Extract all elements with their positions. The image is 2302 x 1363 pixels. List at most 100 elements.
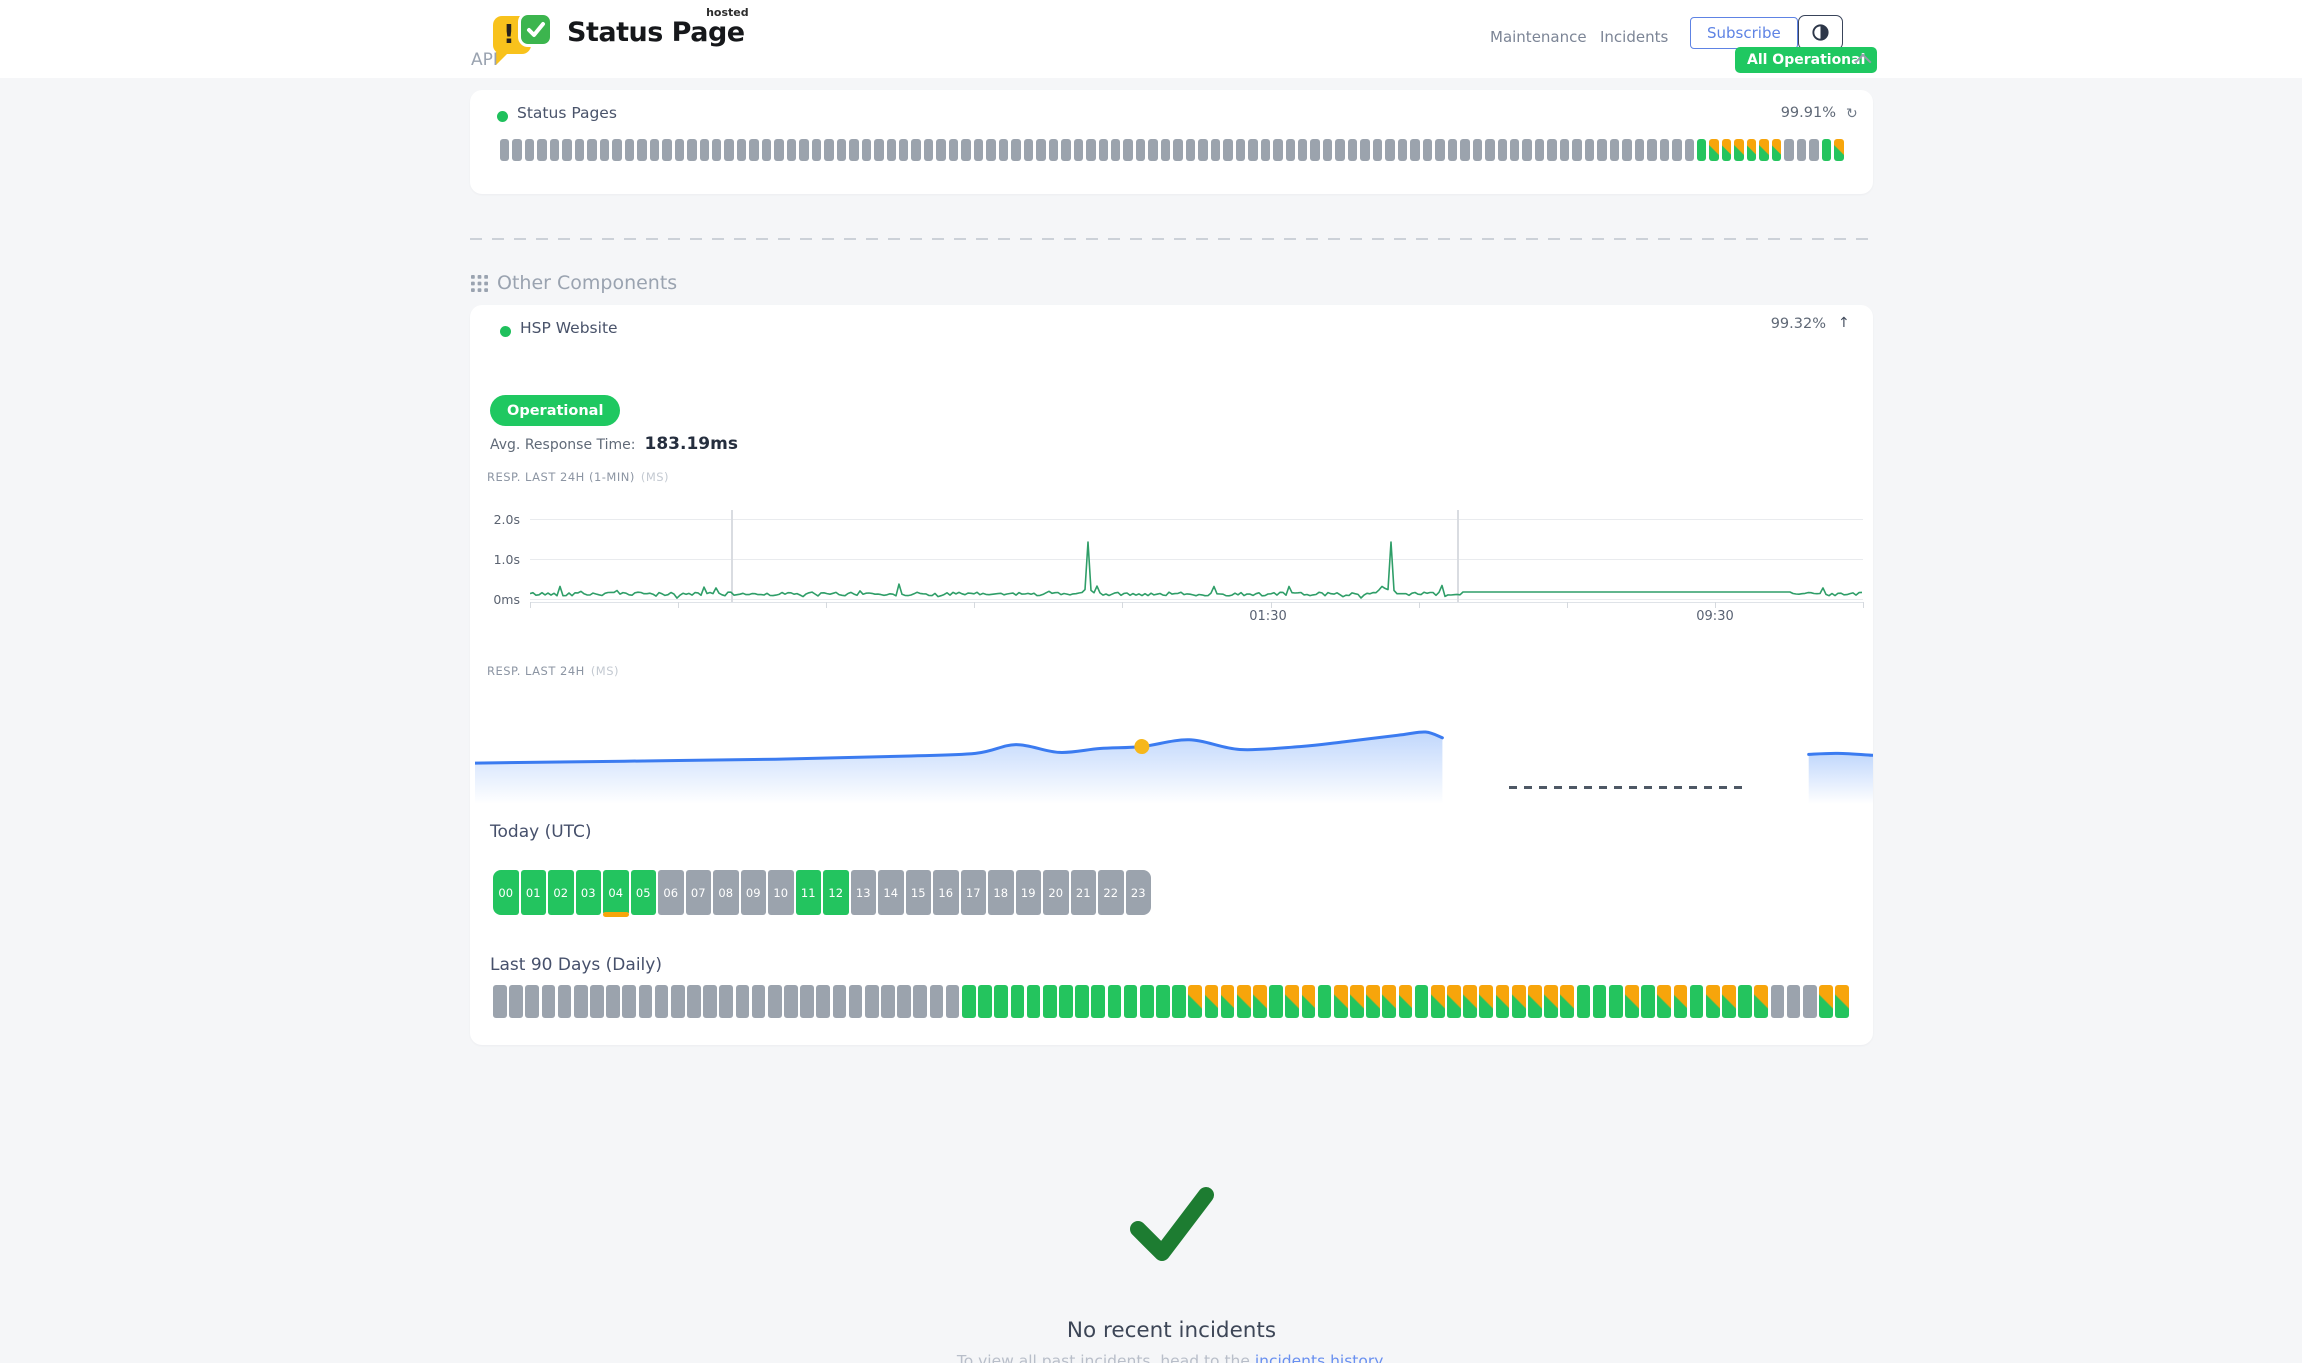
uptime-bar[interactable] — [1173, 139, 1182, 161]
uptime-bar[interactable] — [1572, 139, 1581, 161]
daily-uptime-bar[interactable] — [1172, 985, 1186, 1018]
daily-uptime-bar[interactable] — [1124, 985, 1138, 1018]
hour-block[interactable]: 10 — [768, 870, 794, 915]
uptime-bar[interactable] — [1498, 139, 1507, 161]
uptime-bar[interactable] — [924, 139, 933, 161]
uptime-bar[interactable] — [500, 139, 509, 161]
daily-uptime-bar[interactable] — [1140, 985, 1154, 1018]
nav-maintenance[interactable]: Maintenance — [1490, 28, 1587, 46]
uptime-bar[interactable] — [762, 139, 771, 161]
hour-block[interactable]: 17 — [961, 870, 987, 915]
daily-uptime-bar[interactable] — [1253, 985, 1267, 1018]
hour-block[interactable]: 12 — [823, 870, 849, 915]
daily-uptime-bar[interactable] — [1496, 985, 1510, 1018]
uptime-bar[interactable] — [862, 139, 871, 161]
uptime-bar[interactable] — [999, 139, 1008, 161]
uptime-bar[interactable] — [1423, 139, 1432, 161]
uptime-bar[interactable] — [874, 139, 883, 161]
uptime-bar[interactable] — [550, 139, 559, 161]
uptime-bar[interactable] — [1797, 139, 1806, 161]
uptime-bar[interactable] — [1373, 139, 1382, 161]
daily-uptime-bar[interactable] — [590, 985, 604, 1018]
daily-uptime-bar[interactable] — [1059, 985, 1073, 1018]
selected-point-marker[interactable] — [1134, 739, 1149, 754]
daily-uptime-bar[interactable] — [1657, 985, 1671, 1018]
uptime-bar[interactable] — [1709, 139, 1718, 161]
uptime-bar[interactable] — [1248, 139, 1257, 161]
uptime-bar[interactable] — [887, 139, 896, 161]
uptime-bar[interactable] — [650, 139, 659, 161]
daily-uptime-bar[interactable] — [493, 985, 507, 1018]
uptime-bar[interactable] — [687, 139, 696, 161]
hour-block[interactable]: 07 — [686, 870, 712, 915]
daily-uptime-bar[interactable] — [1285, 985, 1299, 1018]
daily-uptime-bar[interactable] — [1738, 985, 1752, 1018]
hour-block[interactable]: 20 — [1043, 870, 1069, 915]
hour-block[interactable]: 03 — [576, 870, 602, 915]
uptime-bar[interactable] — [1323, 139, 1332, 161]
uptime-bar[interactable] — [600, 139, 609, 161]
uptime-bar[interactable] — [700, 139, 709, 161]
hour-block[interactable]: 23 — [1126, 870, 1152, 915]
uptime-bar[interactable] — [1660, 139, 1669, 161]
uptime-bar[interactable] — [799, 139, 808, 161]
uptime-bar[interactable] — [512, 139, 521, 161]
uptime-bar[interactable] — [1310, 139, 1319, 161]
uptime-bar[interactable] — [1348, 139, 1357, 161]
uptime-bar[interactable] — [1286, 139, 1295, 161]
uptime-bar[interactable] — [1074, 139, 1083, 161]
daily-uptime-bar[interactable] — [768, 985, 782, 1018]
daily-uptime-bar[interactable] — [671, 985, 685, 1018]
uptime-bar[interactable] — [1522, 139, 1531, 161]
uptime-bar[interactable] — [737, 139, 746, 161]
daily-uptime-bar[interactable] — [1302, 985, 1316, 1018]
uptime-bar[interactable] — [849, 139, 858, 161]
uptime-bar[interactable] — [1360, 139, 1369, 161]
uptime-bar[interactable] — [1535, 139, 1544, 161]
hour-block[interactable]: 08 — [713, 870, 739, 915]
daily-uptime-bar[interactable] — [881, 985, 895, 1018]
hour-block[interactable]: 02 — [548, 870, 574, 915]
uptime-bar[interactable] — [837, 139, 846, 161]
uptime-bar[interactable] — [774, 139, 783, 161]
hour-block[interactable]: 21 — [1071, 870, 1097, 915]
uptime-bar[interactable] — [562, 139, 571, 161]
daily-uptime-bar[interactable] — [509, 985, 523, 1018]
hour-block[interactable]: 09 — [741, 870, 767, 915]
daily-uptime-bar[interactable] — [574, 985, 588, 1018]
uptime-bar[interactable] — [537, 139, 546, 161]
refresh-icon[interactable]: ↻ — [1846, 106, 1858, 122]
hour-block[interactable]: 13 — [851, 870, 877, 915]
uptime-bar[interactable] — [1099, 139, 1108, 161]
daily-uptime-bar[interactable] — [1674, 985, 1688, 1018]
daily-uptime-bar[interactable] — [962, 985, 976, 1018]
uptime-bar[interactable] — [1123, 139, 1132, 161]
daily-uptime-bar[interactable] — [833, 985, 847, 1018]
daily-uptime-bar[interactable] — [913, 985, 927, 1018]
uptime-bar[interactable] — [1809, 139, 1818, 161]
daily-uptime-bar[interactable] — [1043, 985, 1057, 1018]
uptime-bar[interactable] — [1448, 139, 1457, 161]
uptime-bar[interactable] — [899, 139, 908, 161]
daily-uptime-bar[interactable] — [1399, 985, 1413, 1018]
hour-block[interactable]: 11 — [796, 870, 822, 915]
daily-uptime-bar[interactable] — [946, 985, 960, 1018]
uptime-bar[interactable] — [1485, 139, 1494, 161]
daily-uptime-bar[interactable] — [1108, 985, 1122, 1018]
daily-uptime-bar[interactable] — [1706, 985, 1720, 1018]
daily-uptime-bar[interactable] — [622, 985, 636, 1018]
uptime-bar[interactable] — [1647, 139, 1656, 161]
uptime-bar[interactable] — [1759, 139, 1768, 161]
uptime-bar[interactable] — [662, 139, 671, 161]
daily-uptime-bar[interactable] — [542, 985, 556, 1018]
daily-uptime-bar[interactable] — [1447, 985, 1461, 1018]
daily-uptime-bar[interactable] — [1269, 985, 1283, 1018]
uptime-bar[interactable] — [812, 139, 821, 161]
daily-uptime-bar[interactable] — [1188, 985, 1202, 1018]
uptime-bar[interactable] — [1622, 139, 1631, 161]
uptime-bar[interactable] — [1398, 139, 1407, 161]
hour-block[interactable]: 18 — [988, 870, 1014, 915]
uptime-bar[interactable] — [1111, 139, 1120, 161]
daily-uptime-bar[interactable] — [1075, 985, 1089, 1018]
daily-uptime-bar[interactable] — [606, 985, 620, 1018]
